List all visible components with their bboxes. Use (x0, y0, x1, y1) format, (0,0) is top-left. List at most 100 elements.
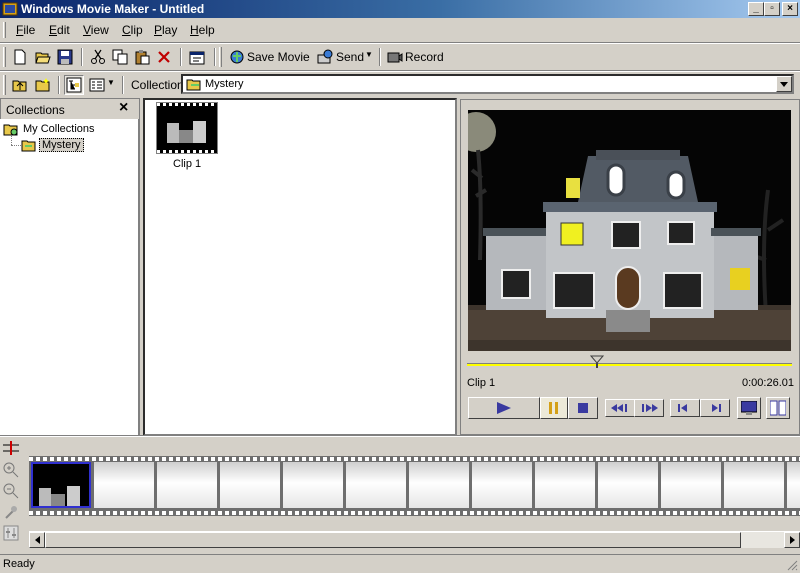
status-bar: Ready (0, 554, 800, 573)
status-text: Ready (3, 558, 35, 570)
collections-tree: My Collections Mystery (0, 119, 139, 435)
restore-button[interactable]: ▫ (764, 2, 780, 16)
save-movie-button[interactable]: Save Movie (247, 50, 310, 64)
properties-icon[interactable] (187, 47, 207, 67)
scroll-right-icon[interactable] (784, 532, 800, 548)
up-one-level-icon[interactable] (10, 75, 30, 95)
save-movie-icon[interactable] (227, 47, 247, 67)
full-screen-icon (741, 401, 757, 415)
resize-grip-icon[interactable] (786, 559, 798, 571)
record-button[interactable]: Record (405, 50, 444, 64)
play-button[interactable] (468, 397, 540, 419)
mystery-folder-icon (21, 137, 37, 153)
storyboard-slot[interactable] (535, 462, 595, 508)
menu-help[interactable]: Help (190, 23, 215, 37)
close-button[interactable]: × (782, 2, 798, 16)
send-button[interactable]: Send (336, 50, 364, 64)
rewind-icon (611, 404, 627, 412)
forward-button[interactable] (634, 399, 664, 417)
movie-maker-icon (2, 1, 18, 17)
menu-view[interactable]: View (83, 23, 109, 37)
save-icon[interactable] (55, 47, 75, 67)
seek-thumb[interactable] (590, 355, 604, 369)
scroll-left-icon[interactable] (29, 532, 45, 548)
collections-header: Collections × (1, 99, 138, 119)
paste-icon[interactable] (132, 47, 152, 67)
time-readout: 0:00:26.01 (742, 377, 794, 389)
clip-label[interactable]: Clip 1 (173, 158, 201, 170)
storyboard-slot[interactable] (157, 462, 217, 508)
menu-edit[interactable]: Edit (49, 23, 70, 37)
menu-file[interactable]: File (16, 23, 35, 37)
collections-title: Collections (6, 103, 65, 117)
storyboard-slot[interactable] (724, 462, 784, 508)
my-collections-folder-icon (3, 121, 19, 137)
pause-icon (549, 402, 558, 414)
set-audio-levels-icon[interactable] (3, 525, 19, 541)
new-collection-icon[interactable] (33, 75, 53, 95)
collection-label: Collection (131, 78, 184, 92)
seek-bar[interactable] (467, 363, 792, 366)
zoom-out-icon[interactable] (3, 483, 19, 499)
new-icon[interactable] (10, 47, 30, 67)
storyboard-slot[interactable] (94, 462, 154, 508)
previous-frame-icon (678, 404, 687, 412)
collection-value: Mystery (205, 78, 244, 90)
previous-frame-button[interactable] (670, 399, 700, 417)
delete-icon[interactable] (154, 47, 174, 67)
collection-dropdown[interactable]: Mystery (181, 74, 794, 94)
menu-play[interactable]: Play (154, 23, 177, 37)
next-frame-icon (712, 404, 721, 412)
collections-toggle-icon[interactable] (64, 75, 84, 95)
close-icon[interactable]: × (119, 99, 128, 117)
storyboard-slot[interactable] (472, 462, 532, 508)
record-narration-icon[interactable] (3, 504, 19, 520)
haunted-house-frame (468, 110, 791, 351)
back-button[interactable] (605, 399, 635, 417)
cut-icon[interactable] (88, 47, 108, 67)
open-icon[interactable] (33, 47, 53, 67)
send-dropdown-icon[interactable]: ▼ (365, 50, 373, 59)
stop-button[interactable] (568, 397, 598, 419)
views-dropdown-icon[interactable]: ▼ (107, 78, 115, 87)
split-clip-button[interactable] (766, 397, 790, 419)
storyboard-slot[interactable] (220, 462, 280, 508)
views-icon[interactable] (87, 75, 107, 95)
clip-thumbnail[interactable] (156, 102, 218, 154)
chevron-down-icon[interactable] (776, 76, 792, 92)
minimize-button[interactable]: _ (748, 2, 764, 16)
menu-bar: File Edit View Clip Play Help (0, 19, 800, 41)
copy-icon[interactable] (110, 47, 130, 67)
storyboard-slot[interactable] (346, 462, 406, 508)
standard-toolbar: Save Movie Send ▼ Record (0, 44, 800, 70)
storyboard-toolbar (0, 437, 24, 552)
menu-clip[interactable]: Clip (122, 23, 143, 37)
video-preview (468, 110, 791, 351)
zoom-in-icon[interactable] (3, 462, 19, 478)
clips-pane: Clip 1 (143, 98, 457, 436)
fast-forward-icon (642, 404, 658, 412)
tree-item-my-collections[interactable]: My Collections (23, 123, 95, 135)
storyboard-slot[interactable] (787, 462, 800, 508)
timeline-toggle-icon[interactable] (3, 441, 19, 455)
window-title: Windows Movie Maker - Untitled (21, 2, 205, 16)
title-bar: Windows Movie Maker - Untitled _ ▫ × (0, 0, 800, 18)
storyboard-slot[interactable] (598, 462, 658, 508)
full-screen-button[interactable] (737, 397, 761, 419)
send-icon[interactable] (315, 47, 335, 67)
storyboard-clip[interactable] (31, 462, 91, 508)
storyboard-slot[interactable] (283, 462, 343, 508)
storyboard-slot[interactable] (661, 462, 721, 508)
scroll-thumb[interactable] (45, 532, 741, 548)
tree-item-mystery[interactable]: Mystery (39, 138, 84, 152)
clip-name-readout: Clip 1 (467, 377, 496, 389)
stop-icon (578, 403, 588, 413)
storyboard-scrollbar[interactable] (29, 531, 800, 548)
play-icon (497, 402, 511, 414)
next-frame-button[interactable] (700, 399, 730, 417)
collection-folder-icon (186, 77, 202, 91)
storyboard-slot[interactable] (409, 462, 469, 508)
record-icon[interactable] (385, 47, 405, 67)
pause-button[interactable] (540, 397, 568, 419)
storyboard (29, 456, 800, 516)
